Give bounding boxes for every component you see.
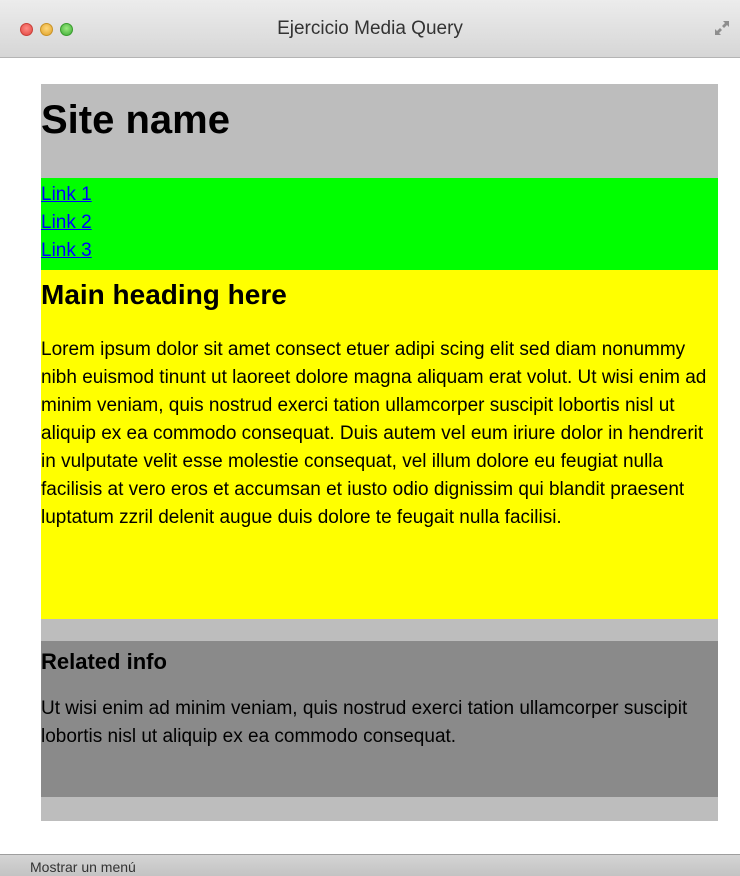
- status-bar: Mostrar un menú: [0, 854, 740, 876]
- window-title: Ejercicio Media Query: [277, 18, 463, 39]
- browser-window: Ejercicio Media Query Site name Link 1 L…: [0, 0, 740, 876]
- related-info-section: Related info Ut wisi enim ad minim venia…: [41, 641, 718, 797]
- nav-link-1[interactable]: Link 1: [41, 181, 718, 209]
- navigation: Link 1 Link 2 Link 3: [41, 178, 718, 270]
- nav-link-3[interactable]: Link 3: [41, 237, 718, 265]
- main-content: Main heading here Lorem ipsum dolor sit …: [41, 270, 718, 619]
- nav-link-2[interactable]: Link 2: [41, 209, 718, 237]
- show-menu-button[interactable]: Mostrar un menú: [30, 859, 136, 875]
- site-header: Site name: [41, 84, 718, 178]
- page-container: Site name Link 1 Link 2 Link 3 Main head…: [41, 84, 718, 821]
- fullscreen-icon[interactable]: [714, 20, 730, 36]
- site-name: Site name: [41, 98, 230, 142]
- title-bar[interactable]: Ejercicio Media Query: [0, 0, 740, 58]
- main-heading: Main heading here: [41, 279, 287, 310]
- main-paragraph: Lorem ipsum dolor sit amet consect etuer…: [41, 339, 707, 528]
- related-info-heading: Related info: [41, 649, 167, 674]
- related-info-paragraph: Ut wisi enim ad minim veniam, quis nostr…: [41, 698, 688, 747]
- section-divider: [41, 619, 718, 641]
